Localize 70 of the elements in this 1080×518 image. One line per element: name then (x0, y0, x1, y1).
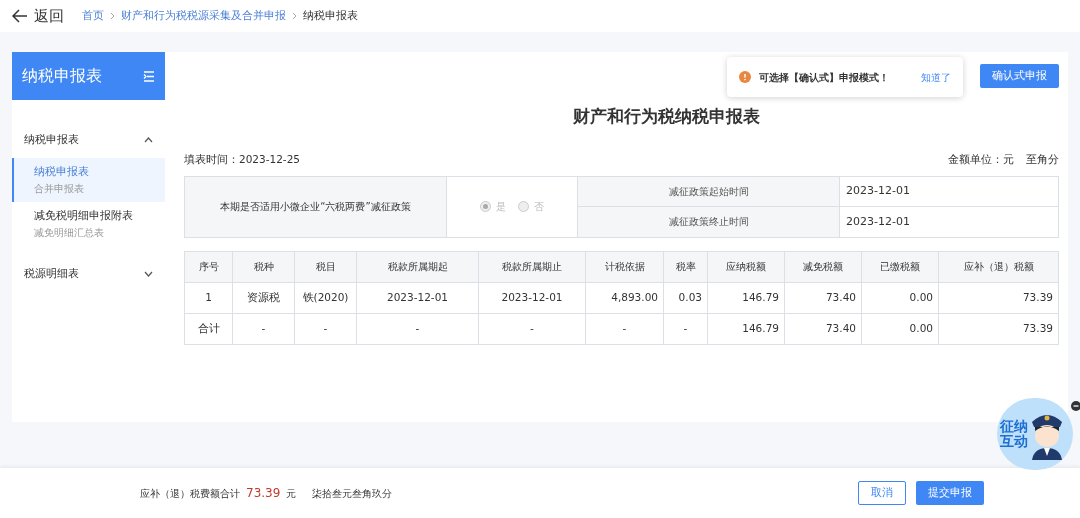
table-cell: 73.40 (784, 282, 861, 313)
chevron-down-icon (144, 271, 153, 277)
table-cell: 资源税 (232, 282, 294, 313)
cancel-button[interactable]: 取消 (858, 481, 906, 505)
back-link[interactable]: 返回 (34, 4, 64, 28)
table-cell: 0.03 (663, 282, 707, 313)
column-header: 序号 (197, 260, 220, 274)
table-cell-text: 1 (204, 289, 213, 305)
chevron-right-icon (292, 12, 297, 20)
column-header: 应补（退）税额 (938, 251, 1058, 282)
total-amount: 73.39 (246, 485, 281, 502)
column-header: 税款所属期止 (478, 251, 585, 282)
column-header: 已缴税额 (861, 251, 938, 282)
sidebar-group[interactable]: 税源明细表 (12, 260, 165, 288)
table-cell: 73.39 (938, 282, 1058, 313)
table-cell: 2023-12-01 (478, 282, 585, 313)
column-header: 计税依据 (585, 251, 663, 282)
table-cell: 减征政策起始时间 (578, 176, 840, 206)
table-cell-text: 合计 (196, 320, 221, 336)
column-header: 应纳税额 (707, 251, 784, 282)
chevron-right-icon (110, 12, 115, 20)
fill-date: 填表时间：2023-12-25 (184, 151, 301, 167)
notice-text: 可选择【确认式】申报模式！ (759, 70, 889, 85)
dismiss-link[interactable]: 知道了 (921, 69, 951, 85)
table-cell: 73.39 (938, 313, 1058, 344)
form-title: 财产和行为税纳税申报表 (572, 105, 761, 128)
table-cell: 0.00 (861, 282, 938, 313)
column-header: 税率 (663, 251, 707, 282)
table-cell: 146.79 (707, 313, 784, 344)
collapse-menu-icon[interactable] (143, 70, 155, 82)
chevron-up-icon (144, 137, 153, 143)
table-cell: 146.79 (707, 282, 784, 313)
close-icon[interactable] (1071, 401, 1080, 411)
table-cell-text: 2023-12-01 (845, 213, 911, 230)
table-cell: - (663, 313, 707, 344)
sidebar-title: 纳税申报表 (22, 65, 102, 87)
column-header: 税种 (232, 251, 294, 282)
table-cell: - (478, 313, 585, 344)
table-cell: 减征政策终止时间 (578, 207, 840, 237)
table-cell: 73.40 (784, 313, 861, 344)
back-arrow-icon[interactable] (12, 9, 28, 23)
precision-label: 至角分 (1026, 151, 1059, 167)
table-cell: 2023-12-01 (356, 282, 478, 313)
confirm-mode-button[interactable]: 确认式申报 (980, 64, 1059, 88)
sidebar-item[interactable]: 减免税明细申报附表 减免明细汇总表 (12, 202, 165, 246)
submit-button[interactable]: 提交申报 (916, 481, 984, 505)
amount-in-words: 柒拾叁元叁角玖分 (312, 486, 393, 501)
breadcrumb-link[interactable]: 财产和行为税税源采集及合并申报 (121, 7, 286, 25)
table-cell: 4,893.00 (585, 282, 663, 313)
table-cell: 0.00 (861, 313, 938, 344)
sidebar-group[interactable]: 纳税申报表 (12, 126, 165, 154)
warning-icon (739, 71, 751, 83)
sidebar-item[interactable]: 纳税申报表 合并申报表 (12, 158, 165, 202)
breadcrumb-current: 纳税申报表 (303, 7, 358, 24)
assistant-widget[interactable]: 征纳互动 (997, 398, 1073, 470)
widget-label: 征纳互动 (999, 418, 1029, 450)
column-header: 税款所属期起 (356, 251, 478, 282)
table-cell: - (232, 313, 294, 344)
currency-label: 元 (286, 486, 297, 501)
table-cell-text: 2023-12-01 (845, 183, 911, 199)
table-cell: - (356, 313, 478, 344)
column-header: 减免税额 (784, 251, 861, 282)
table-cell: 本期是否适用小微企业“六税两费”减征政策 (185, 176, 447, 237)
breadcrumb-link[interactable]: 首页 (82, 7, 104, 25)
total-label: 应补（退）税费额合计 (140, 486, 240, 501)
table-cell: - (294, 313, 356, 344)
column-header: 税目 (294, 251, 356, 282)
amount-unit: 金额单位：元 (948, 151, 1014, 167)
table-cell: 铁(2020) (294, 282, 356, 313)
table-cell: - (585, 313, 663, 344)
